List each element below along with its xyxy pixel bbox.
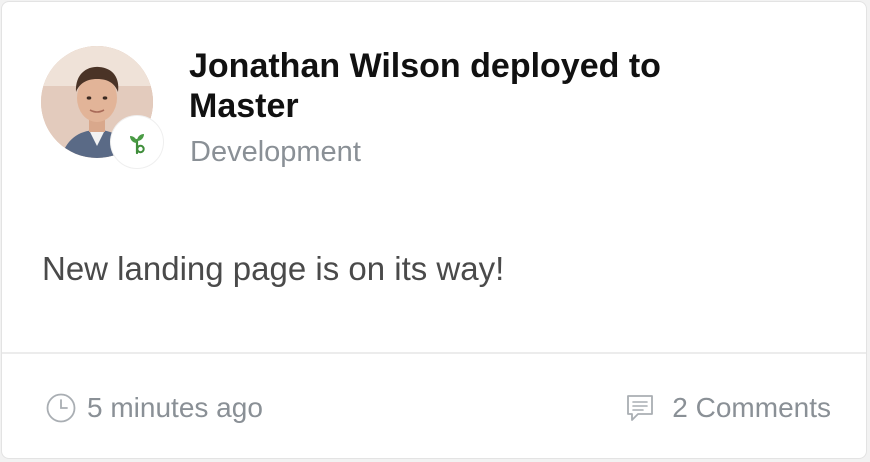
project-badge — [111, 116, 163, 168]
comments-count[interactable]: 2 Comments — [672, 388, 831, 428]
sprout-icon — [130, 134, 145, 155]
project-link[interactable]: Development — [190, 135, 361, 169]
timestamp: 5 minutes ago — [45, 388, 263, 428]
comments-link[interactable]: 2 Comments — [624, 388, 831, 428]
clock-icon — [45, 392, 77, 424]
comment-icon — [624, 392, 656, 424]
avatar-wrap — [41, 46, 163, 168]
timestamp-text: 5 minutes ago — [87, 392, 263, 423]
divider — [2, 352, 866, 354]
activity-card: Jonathan Wilson deployed to Master Devel… — [1, 1, 867, 459]
post-message: New landing page is on its way! — [42, 250, 505, 287]
post-title: Jonathan Wilson deployed to Master — [189, 47, 661, 125]
